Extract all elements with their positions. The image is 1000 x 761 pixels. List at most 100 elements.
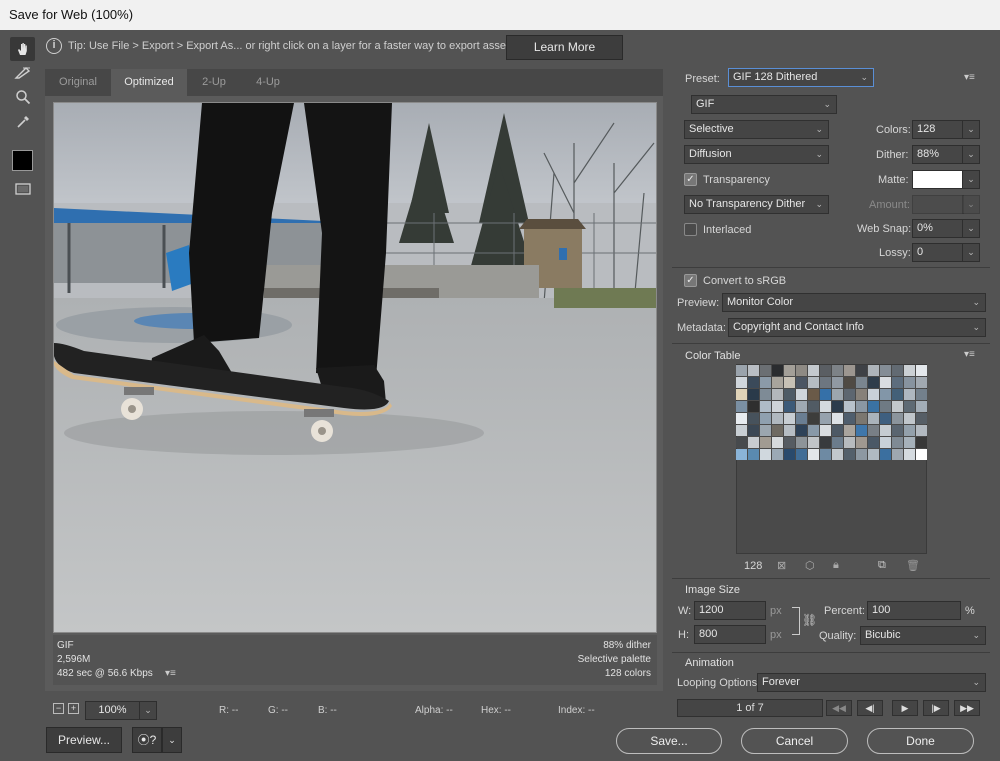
color-swatch[interactable] xyxy=(892,389,903,400)
tab-2-up[interactable]: 2-Up xyxy=(187,69,241,96)
color-swatch[interactable] xyxy=(748,377,759,388)
color-swatch[interactable] xyxy=(784,413,795,424)
color-swatch[interactable] xyxy=(808,401,819,412)
color-table-menu-icon[interactable]: ▾≡ xyxy=(964,349,975,360)
matte-color-field[interactable] xyxy=(912,170,964,189)
link-icon[interactable]: ⛓︎ xyxy=(802,613,817,627)
color-swatch[interactable] xyxy=(904,377,915,388)
color-swatch[interactable] xyxy=(748,437,759,448)
save-button[interactable]: Save... xyxy=(616,728,722,754)
color-swatch[interactable] xyxy=(748,389,759,400)
color-swatch[interactable] xyxy=(808,377,819,388)
color-swatch[interactable] xyxy=(916,365,927,376)
color-swatch[interactable] xyxy=(916,413,927,424)
color-swatch[interactable] xyxy=(904,365,915,376)
color-swatch[interactable] xyxy=(904,413,915,424)
color-swatch[interactable] xyxy=(832,377,843,388)
play-button[interactable]: ▶ xyxy=(892,700,918,716)
color-swatch[interactable] xyxy=(796,425,807,436)
color-swatch[interactable] xyxy=(820,449,831,460)
eyedropper-color-swatch[interactable] xyxy=(12,150,33,171)
color-swatch[interactable] xyxy=(844,425,855,436)
color-swatch[interactable] xyxy=(856,365,867,376)
color-swatch[interactable] xyxy=(856,437,867,448)
color-swatch[interactable] xyxy=(772,389,783,400)
color-swatch[interactable] xyxy=(880,365,891,376)
dither-field[interactable]: 88% xyxy=(912,145,964,164)
color-swatch[interactable] xyxy=(820,377,831,388)
color-swatch[interactable] xyxy=(844,377,855,388)
color-swatch[interactable] xyxy=(856,377,867,388)
color-swatch[interactable] xyxy=(748,413,759,424)
color-swatch[interactable] xyxy=(748,425,759,436)
color-swatch[interactable] xyxy=(868,389,879,400)
color-swatch[interactable] xyxy=(868,365,879,376)
color-swatch[interactable] xyxy=(772,413,783,424)
learn-more-button[interactable]: Learn More xyxy=(506,35,623,60)
color-swatch[interactable] xyxy=(844,449,855,460)
color-swatch[interactable] xyxy=(880,413,891,424)
color-swatch[interactable] xyxy=(736,389,747,400)
color-swatch[interactable] xyxy=(736,401,747,412)
hand-tool-button[interactable] xyxy=(10,37,35,61)
color-swatch[interactable] xyxy=(904,437,915,448)
color-swatch[interactable] xyxy=(820,365,831,376)
preview-in-browser-button[interactable]: Preview... xyxy=(46,727,122,753)
matte-dropdown[interactable]: ⌄ xyxy=(962,170,980,189)
color-swatch[interactable] xyxy=(748,365,759,376)
color-swatch[interactable] xyxy=(832,401,843,412)
color-swatch[interactable] xyxy=(808,437,819,448)
trash-icon[interactable]: 🗑︎ xyxy=(906,559,920,572)
colors-dropdown[interactable]: ⌄ xyxy=(962,120,980,139)
color-swatch[interactable] xyxy=(916,449,927,460)
color-swatch[interactable] xyxy=(892,365,903,376)
color-swatch[interactable] xyxy=(844,365,855,376)
color-swatch[interactable] xyxy=(808,389,819,400)
color-swatch[interactable] xyxy=(784,365,795,376)
color-swatch[interactable] xyxy=(820,401,831,412)
websnap-field[interactable]: 0% xyxy=(912,219,964,238)
zoom-out-button[interactable]: − xyxy=(53,703,64,714)
color-swatch[interactable] xyxy=(784,437,795,448)
cancel-button[interactable]: Cancel xyxy=(741,728,848,754)
optimize-menu-icon[interactable]: ▾≡ xyxy=(964,72,975,83)
color-swatch[interactable] xyxy=(916,389,927,400)
quality-dropdown[interactable]: Bicubic ⌄ xyxy=(860,626,986,645)
color-swatch[interactable] xyxy=(820,389,831,400)
color-swatch[interactable] xyxy=(880,425,891,436)
color-swatch[interactable] xyxy=(820,437,831,448)
new-color-icon[interactable]: ⧉ xyxy=(878,559,886,572)
zoom-in-button[interactable]: + xyxy=(68,703,79,714)
color-swatch[interactable] xyxy=(772,437,783,448)
lossy-dropdown[interactable]: ⌄ xyxy=(962,243,980,262)
color-swatch[interactable] xyxy=(904,449,915,460)
height-field[interactable]: 800 xyxy=(694,625,766,644)
color-swatch[interactable] xyxy=(880,377,891,388)
color-swatch[interactable] xyxy=(772,449,783,460)
tab-4-up[interactable]: 4-Up xyxy=(241,69,295,96)
color-swatch[interactable] xyxy=(820,413,831,424)
color-swatch[interactable] xyxy=(796,401,807,412)
color-swatch[interactable] xyxy=(760,389,771,400)
color-swatch[interactable] xyxy=(880,389,891,400)
color-swatch[interactable] xyxy=(904,401,915,412)
color-swatch[interactable] xyxy=(736,449,747,460)
color-swatch[interactable] xyxy=(736,365,747,376)
color-swatch[interactable] xyxy=(796,437,807,448)
color-swatch[interactable] xyxy=(856,389,867,400)
color-swatch[interactable] xyxy=(784,425,795,436)
websnap-dropdown[interactable]: ⌄ xyxy=(962,219,980,238)
color-swatch[interactable] xyxy=(736,425,747,436)
color-swatch[interactable] xyxy=(892,377,903,388)
color-swatch[interactable] xyxy=(796,449,807,460)
metadata-dropdown[interactable]: Copyright and Contact Info ⌄ xyxy=(728,318,986,337)
lock-color-icon[interactable]: 🔒︎ xyxy=(833,559,839,572)
color-swatch[interactable] xyxy=(904,389,915,400)
first-frame-button[interactable]: ◀◀ xyxy=(826,700,852,716)
color-swatch[interactable] xyxy=(916,437,927,448)
color-swatch[interactable] xyxy=(736,437,747,448)
transparency-checkbox[interactable]: ✓ xyxy=(684,173,697,186)
color-swatch[interactable] xyxy=(760,365,771,376)
map-to-transparent-icon[interactable]: ⊠ xyxy=(777,559,786,572)
tab-original[interactable]: Original xyxy=(45,69,111,96)
